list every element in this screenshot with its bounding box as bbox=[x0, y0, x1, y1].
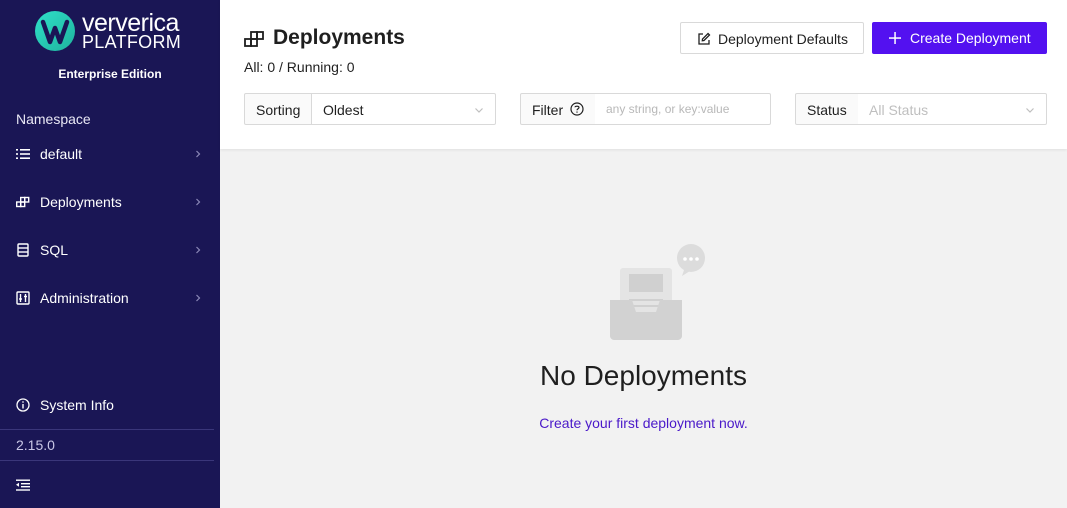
edit-icon bbox=[698, 32, 711, 45]
sidebar: ververica PLATFORM Enterprise Edition Na… bbox=[0, 0, 220, 508]
chevron-right-icon bbox=[196, 246, 201, 254]
deployment-defaults-button[interactable]: Deployment Defaults bbox=[680, 22, 864, 54]
list-icon bbox=[16, 147, 30, 161]
status-label: Status bbox=[795, 93, 859, 125]
status-select[interactable]: All Status bbox=[858, 93, 1047, 125]
sidebar-item-label: System Info bbox=[40, 397, 114, 413]
deployments-icon bbox=[16, 195, 30, 209]
question-circle-icon[interactable] bbox=[570, 102, 584, 116]
edition-label: Enterprise Edition bbox=[58, 67, 162, 81]
ververica-logo-icon bbox=[35, 11, 75, 51]
sorting-value: Oldest bbox=[323, 102, 364, 118]
sidebar-item-system-info[interactable]: System Info bbox=[0, 389, 220, 421]
sql-icon bbox=[16, 243, 30, 257]
create-deployment-label: Create Deployment bbox=[910, 30, 1031, 46]
sidebar-item-sql[interactable]: SQL bbox=[0, 230, 220, 270]
chevron-right-icon bbox=[196, 198, 201, 206]
menu-fold-icon[interactable] bbox=[16, 478, 30, 492]
namespace-label: Namespace bbox=[16, 111, 91, 127]
sidebar-item-administration[interactable]: Administration bbox=[0, 278, 220, 318]
info-icon bbox=[16, 398, 30, 412]
chevron-down-icon bbox=[1026, 108, 1034, 113]
sidebar-item-label: Deployments bbox=[40, 194, 122, 210]
page-header: Deployments All: 0 / Running: 0 Deployme… bbox=[220, 0, 1067, 149]
sidebar-divider bbox=[0, 460, 214, 461]
chevron-right-icon bbox=[196, 150, 201, 158]
status-placeholder: All Status bbox=[869, 102, 929, 118]
sorting-label: Sorting bbox=[244, 93, 312, 125]
create-first-deployment-link[interactable]: Create your first deployment now. bbox=[220, 415, 1067, 431]
deployment-counts: All: 0 / Running: 0 bbox=[244, 59, 355, 75]
sorting-label-text: Sorting bbox=[256, 102, 301, 118]
page-title: Deployments bbox=[273, 26, 405, 49]
filter-label: Filter bbox=[520, 93, 596, 125]
chevron-right-icon bbox=[196, 294, 201, 302]
sidebar-item-label: default bbox=[40, 146, 83, 162]
status-label-text: Status bbox=[807, 102, 847, 118]
filter-input[interactable] bbox=[595, 94, 770, 124]
sorting-select[interactable]: Oldest bbox=[312, 93, 496, 125]
sidebar-item-label: Administration bbox=[40, 290, 129, 306]
logo-text-platform: PLATFORM bbox=[82, 32, 182, 52]
sidebar-divider bbox=[0, 429, 214, 430]
sidebar-item-deployments[interactable]: Deployments bbox=[0, 182, 220, 222]
deployment-defaults-label: Deployment Defaults bbox=[718, 31, 848, 47]
admin-icon bbox=[16, 291, 30, 305]
sidebar-item-label: SQL bbox=[40, 242, 69, 258]
logo-text-ververica: ververica bbox=[82, 9, 179, 37]
chevron-down-icon bbox=[475, 108, 483, 113]
empty-title: No Deployments bbox=[540, 360, 747, 391]
sidebar-item-default[interactable]: default bbox=[0, 134, 220, 174]
deployments-icon bbox=[244, 31, 264, 47]
create-deployment-button[interactable]: Create Deployment bbox=[872, 22, 1047, 54]
filter-label-text: Filter bbox=[532, 102, 564, 118]
empty-inbox-icon bbox=[610, 244, 705, 340]
ververica-logo[interactable]: ververica PLATFORM bbox=[34, 10, 194, 54]
version-label: 2.15.0 bbox=[16, 437, 55, 453]
filter-field bbox=[595, 93, 771, 125]
plus-icon bbox=[889, 32, 901, 44]
